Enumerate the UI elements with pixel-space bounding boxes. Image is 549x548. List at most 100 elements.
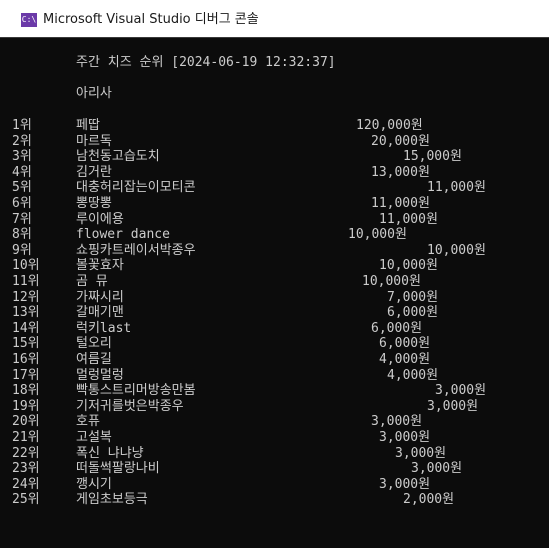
channel-name: 아리사 [76, 86, 112, 101]
ranking-row: 1위 페땁 120,000원 [0, 118, 549, 134]
donation-amount: 11,000원 [371, 196, 430, 211]
rank-label: 20위 [12, 414, 40, 429]
rank-label: 15위 [12, 336, 40, 351]
rank-label: 9위 [12, 243, 32, 258]
donation-amount: 15,000원 [403, 149, 462, 164]
ranking-row: 17위 멀렁멀렁 4,000원 [0, 368, 549, 384]
ranking-row: 10위 볼꽃효자 10,000원 [0, 258, 549, 274]
donor-name: flower dance [76, 227, 170, 242]
donation-amount: 2,000원 [403, 492, 455, 507]
ranking-row: 5위 대충허리잡는이모티콘 11,000원 [0, 180, 549, 196]
donation-amount: 11,000원 [427, 180, 486, 195]
donation-amount: 3,000원 [435, 383, 487, 398]
ranking-row: 9위 쇼핑카트레이서박종우 10,000원 [0, 243, 549, 259]
ranking-row: 19위 기저귀를벗은박종우 3,000원 [0, 399, 549, 415]
rank-label: 4위 [12, 165, 32, 180]
ranking-row: 3위 남천동고습도치 15,000원 [0, 149, 549, 165]
donor-name: 대충허리잡는이모티콘 [76, 180, 196, 195]
donation-amount: 10,000원 [379, 258, 438, 273]
rank-label: 7위 [12, 212, 32, 227]
donor-name: 가짜시리 [76, 290, 124, 305]
donor-name: 멀렁멀렁 [76, 368, 124, 383]
rank-label: 10위 [12, 258, 40, 273]
ranking-row: 4위 김거란 13,000원 [0, 165, 549, 181]
ranking-row: 12위 가짜시리 7,000원 [0, 290, 549, 306]
window-title: Microsoft Visual Studio 디버그 콘솔 [43, 12, 259, 27]
title-bar[interactable]: C:\ Microsoft Visual Studio 디버그 콘솔 [0, 0, 549, 38]
rank-label: 12위 [12, 290, 40, 305]
rank-label: 18위 [12, 383, 40, 398]
rank-label: 22위 [12, 446, 40, 461]
donor-name: 게임초보등극 [76, 492, 148, 507]
rank-label: 11위 [12, 274, 40, 289]
rank-label: 25위 [12, 492, 40, 507]
ranking-row: 13위 갈매기맨 6,000원 [0, 305, 549, 321]
donor-name: 떠돌썩팔랑나비 [76, 461, 160, 476]
rank-label: 17위 [12, 368, 40, 383]
rank-label: 14위 [12, 321, 40, 336]
ranking-row: 14위 럭키last 6,000원 [0, 321, 549, 337]
donation-amount: 13,000원 [371, 165, 430, 180]
donor-name: 갈매기맨 [76, 305, 124, 320]
donor-name: 곰 뮤 [76, 274, 108, 289]
donor-name: 마르독 [76, 134, 112, 149]
donor-name: 기저귀를벗은박종우 [76, 399, 184, 414]
console-app-icon: C:\ [21, 13, 37, 27]
donor-name: 빡통스트리머방송만봄 [76, 383, 196, 398]
donation-amount: 10,000원 [427, 243, 486, 258]
ranking-row: 6위 뽕땅뽕 11,000원 [0, 196, 549, 212]
donation-amount: 3,000원 [379, 477, 431, 492]
console-window: C:\ Microsoft Visual Studio 디버그 콘솔 주간 치즈… [0, 0, 549, 548]
rank-label: 19위 [12, 399, 40, 414]
donation-amount: 6,000원 [371, 321, 423, 336]
ranking-row: 15위 털오리 6,000원 [0, 336, 549, 352]
donor-name: 뽕땅뽕 [76, 196, 112, 211]
rank-label: 2위 [12, 134, 32, 149]
donor-name: 볼꽃효자 [76, 258, 124, 273]
donation-amount: 3,000원 [427, 399, 479, 414]
donation-amount: 3,000원 [379, 430, 431, 445]
donor-name: 깽시기 [76, 477, 112, 492]
donation-amount: 11,000원 [379, 212, 438, 227]
donation-amount: 10,000원 [362, 274, 421, 289]
rank-label: 5위 [12, 180, 32, 195]
rank-label: 23위 [12, 461, 40, 476]
ranking-row: 18위 빡통스트리머방송만봄 3,000원 [0, 383, 549, 399]
donation-amount: 3,000원 [411, 461, 463, 476]
ranking-row: 7위 루이에용 11,000원 [0, 212, 549, 228]
donor-name: 폭신 냐냐냥 [76, 446, 144, 461]
ranking-row: 25위 게임초보등극 2,000원 [0, 492, 549, 508]
donor-name: 페땁 [76, 118, 100, 133]
donor-name: 여름길 [76, 352, 112, 367]
rank-label: 24위 [12, 477, 40, 492]
ranking-row: 8위 flower dance 10,000원 [0, 227, 549, 243]
rank-label: 1위 [12, 118, 32, 133]
donor-name: 김거란 [76, 165, 112, 180]
donor-name: 고설복 [76, 430, 112, 445]
donation-amount: 3,000원 [371, 414, 423, 429]
donation-amount: 10,000원 [348, 227, 407, 242]
donation-amount: 4,000원 [387, 368, 439, 383]
donor-name: 쇼핑카트레이서박종우 [76, 243, 196, 258]
donation-amount: 3,000원 [395, 446, 447, 461]
ranking-row: 21위 고설복 3,000원 [0, 430, 549, 446]
rank-label: 13위 [12, 305, 40, 320]
donor-name: 털오리 [76, 336, 112, 351]
rank-label: 16위 [12, 352, 40, 367]
donor-name: 루이에용 [76, 212, 124, 227]
donor-name: 호퓨 [76, 414, 100, 429]
rank-label: 3위 [12, 149, 32, 164]
donation-amount: 7,000원 [387, 290, 439, 305]
ranking-header: 주간 치즈 순위 [2024-06-19 12:32:37] [76, 55, 336, 70]
donor-name: 럭키last [76, 321, 132, 336]
ranking-row: 23위 떠돌썩팔랑나비 3,000원 [0, 461, 549, 477]
console-output[interactable]: 주간 치즈 순위 [2024-06-19 12:32:37] 아리사 1위 페땁 1… [0, 38, 549, 548]
rank-label: 8위 [12, 227, 32, 242]
donation-amount: 6,000원 [379, 336, 431, 351]
donation-amount: 120,000원 [356, 118, 423, 133]
rank-label: 21위 [12, 430, 40, 445]
ranking-row: 2위 마르독 20,000원 [0, 134, 549, 150]
ranking-row: 20위 호퓨 3,000원 [0, 414, 549, 430]
ranking-row: 24위 깽시기 3,000원 [0, 477, 549, 493]
ranking-row: 22위 폭신 냐냐냥 3,000원 [0, 446, 549, 462]
